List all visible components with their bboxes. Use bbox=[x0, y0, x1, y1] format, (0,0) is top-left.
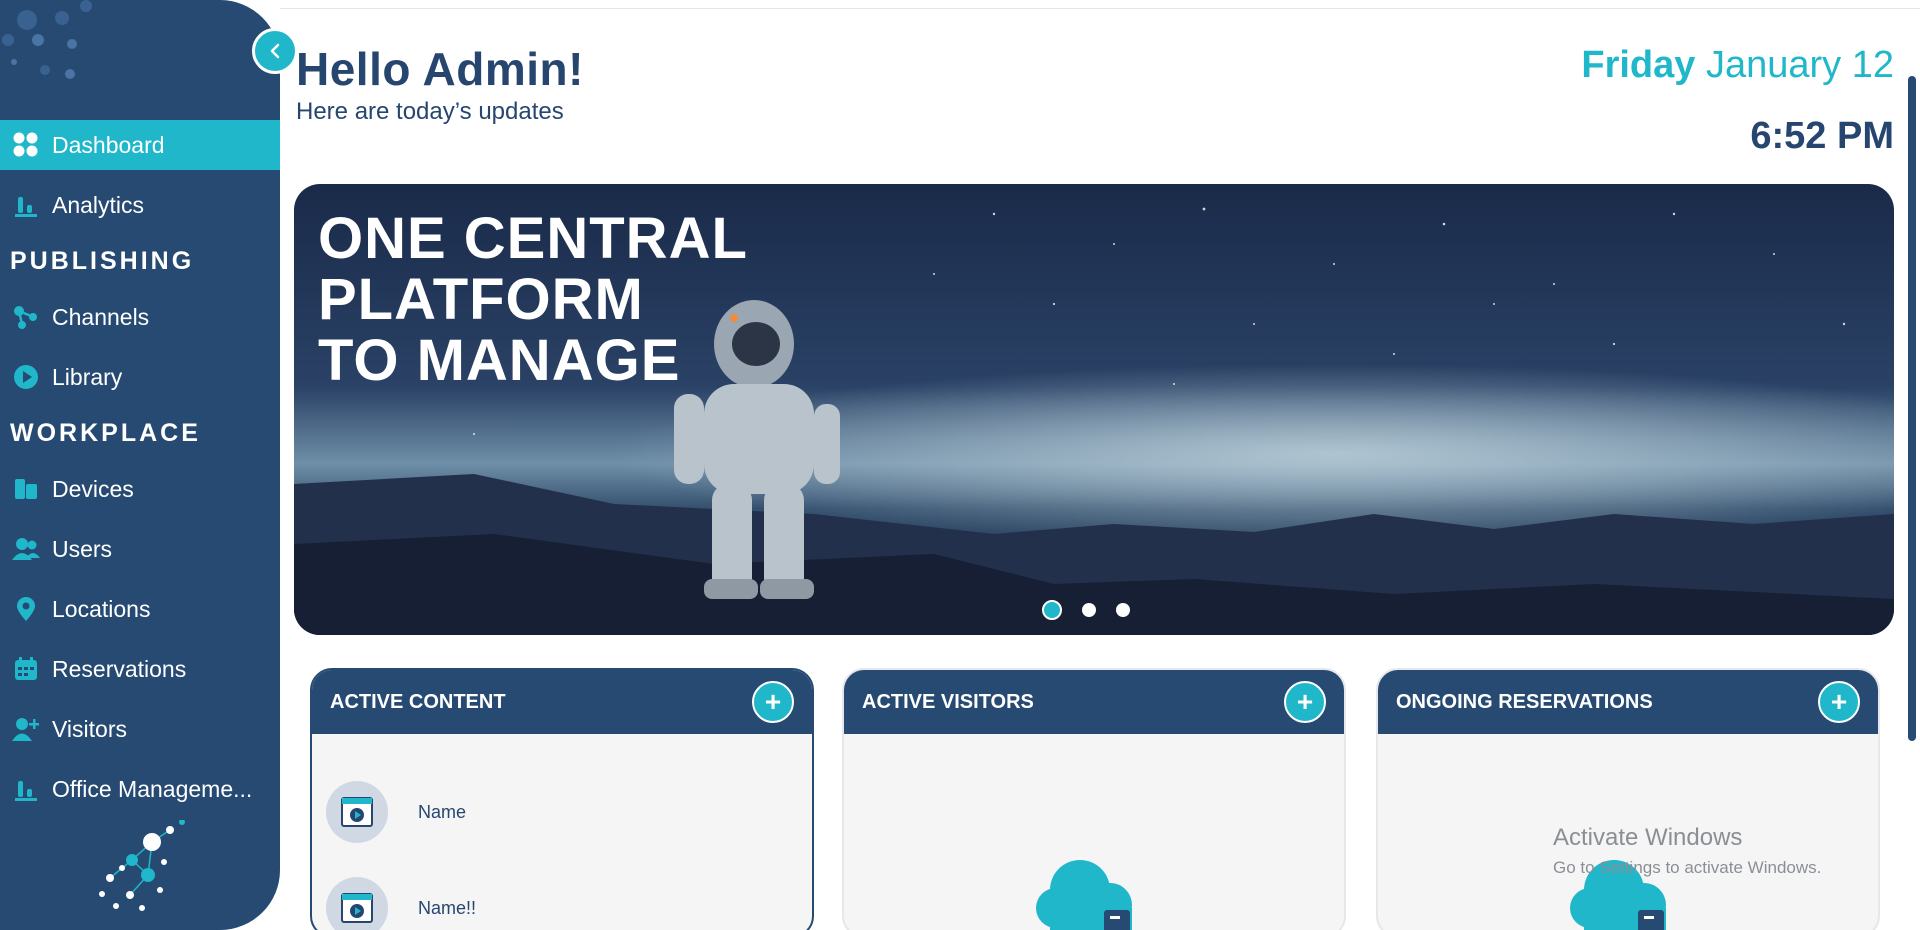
calendar-icon bbox=[12, 655, 40, 683]
active-visitors-card: ACTIVE VISITORS + bbox=[842, 668, 1346, 930]
list-item[interactable]: Name!! bbox=[312, 860, 812, 930]
sidebar-item-dashboard[interactable]: Dashboard bbox=[0, 120, 280, 170]
item-name: Name bbox=[418, 801, 467, 822]
current-date-text: January 12 bbox=[1705, 44, 1894, 86]
greeting-block: Hello Admin! Here are today’s updates bbox=[296, 42, 584, 126]
sidebar-item-label: Users bbox=[52, 535, 113, 562]
carousel-dot-2[interactable] bbox=[1082, 603, 1096, 617]
current-time: 6:52 PM bbox=[1750, 115, 1894, 157]
sidebar-nav: Dashboard Analytics PUBLISHING Channels … bbox=[0, 120, 280, 824]
grid-icon bbox=[12, 131, 40, 159]
media-thumbnail bbox=[326, 877, 388, 930]
sidebar-item-label: Devices bbox=[52, 475, 134, 502]
date-time-block: Friday January 12 6:52 PM bbox=[1581, 44, 1894, 158]
card-title: ONGOING RESERVATIONS bbox=[1396, 690, 1653, 713]
map-pin-icon bbox=[12, 595, 40, 623]
logo-network-icon bbox=[99, 820, 185, 911]
carousel-dot-1[interactable] bbox=[1042, 600, 1062, 620]
sidebar-item-users[interactable]: Users bbox=[0, 524, 280, 574]
banner-headline: ONE CENTRAL PLATFORM TO MANAGE bbox=[318, 206, 748, 393]
card-header: ACTIVE VISITORS + bbox=[844, 670, 1344, 734]
plus-icon: + bbox=[1296, 686, 1314, 717]
content-list: Name Name!! bbox=[312, 764, 812, 930]
sidebar-item-channels[interactable]: Channels bbox=[0, 292, 280, 342]
section-title-workplace: WORKPLACE bbox=[10, 419, 201, 447]
sidebar-item-analytics[interactable]: Analytics bbox=[0, 180, 280, 230]
sidebar-item-label: Reservations bbox=[52, 655, 187, 682]
ongoing-reservations-card: ONGOING RESERVATIONS + bbox=[1376, 668, 1880, 930]
watermark-subtitle: Go to Settings to activate Windows. bbox=[1553, 858, 1822, 877]
item-name: Name!! bbox=[418, 897, 477, 918]
sidebar-item-reservations[interactable]: Reservations bbox=[0, 644, 280, 694]
card-title: ACTIVE VISITORS bbox=[862, 690, 1034, 713]
card-header: ACTIVE CONTENT + bbox=[312, 670, 812, 734]
collapse-sidebar-button[interactable] bbox=[252, 28, 298, 74]
play-circle-icon bbox=[12, 363, 40, 391]
card-title: ACTIVE CONTENT bbox=[330, 690, 506, 713]
page-title: Hello Admin! bbox=[296, 43, 584, 95]
sidebar-item-locations[interactable]: Locations bbox=[0, 584, 280, 634]
bar-chart-icon bbox=[12, 775, 40, 803]
plus-icon: + bbox=[1830, 686, 1848, 717]
media-thumbnail bbox=[326, 781, 388, 843]
sidebar-item-label: Analytics bbox=[52, 191, 145, 218]
page-subtitle: Here are today’s updates bbox=[296, 98, 564, 125]
video-window-icon bbox=[341, 893, 373, 923]
sidebar-item-office-management[interactable]: Office Manageme... bbox=[0, 764, 280, 814]
carousel-dot-3[interactable] bbox=[1116, 603, 1130, 617]
chevron-left-icon bbox=[270, 43, 280, 59]
devices-icon bbox=[12, 475, 40, 503]
page-scrollbar[interactable] bbox=[1908, 76, 1916, 741]
add-visitor-button[interactable]: + bbox=[1284, 681, 1326, 723]
current-day: Friday bbox=[1581, 44, 1696, 86]
sidebar-item-devices[interactable]: Devices bbox=[0, 464, 280, 514]
current-date: Friday January 12 bbox=[1581, 44, 1894, 87]
sidebar-item-label: Dashboard bbox=[52, 131, 165, 158]
user-plus-icon bbox=[12, 715, 40, 743]
top-divider bbox=[280, 8, 1920, 9]
sidebar: Dashboard Analytics PUBLISHING Channels … bbox=[0, 0, 280, 930]
share-nodes-icon bbox=[12, 303, 40, 331]
hero-banner: ONE CENTRAL PLATFORM TO MANAGE bbox=[294, 184, 1894, 635]
sidebar-item-label: Visitors bbox=[52, 715, 127, 742]
add-reservation-button[interactable]: + bbox=[1818, 681, 1860, 723]
add-content-button[interactable]: + bbox=[752, 681, 794, 723]
sidebar-item-visitors[interactable]: Visitors bbox=[0, 704, 280, 754]
sidebar-item-label: Channels bbox=[52, 303, 150, 330]
bar-chart-icon bbox=[12, 191, 40, 219]
logo-dots-icon bbox=[2, 0, 92, 79]
sidebar-item-label: Office Manageme... bbox=[52, 775, 253, 802]
windows-activation-watermark: Activate Windows Go to Settings to activ… bbox=[1553, 824, 1821, 878]
users-icon bbox=[12, 535, 40, 563]
sidebar-item-library[interactable]: Library bbox=[0, 352, 280, 402]
section-title-publishing: PUBLISHING bbox=[10, 247, 195, 275]
card-header: ONGOING RESERVATIONS + bbox=[1378, 670, 1878, 734]
active-content-card: ACTIVE CONTENT + Name Name!! bbox=[310, 668, 814, 930]
video-window-icon bbox=[341, 797, 373, 827]
cloud-empty-state-icon bbox=[1036, 860, 1132, 930]
list-item[interactable]: Name bbox=[312, 764, 812, 860]
plus-icon: + bbox=[764, 686, 782, 717]
watermark-title: Activate Windows bbox=[1553, 824, 1743, 851]
sidebar-item-label: Locations bbox=[52, 595, 151, 622]
sidebar-item-label: Library bbox=[52, 363, 123, 390]
carousel-dots bbox=[1042, 600, 1130, 620]
